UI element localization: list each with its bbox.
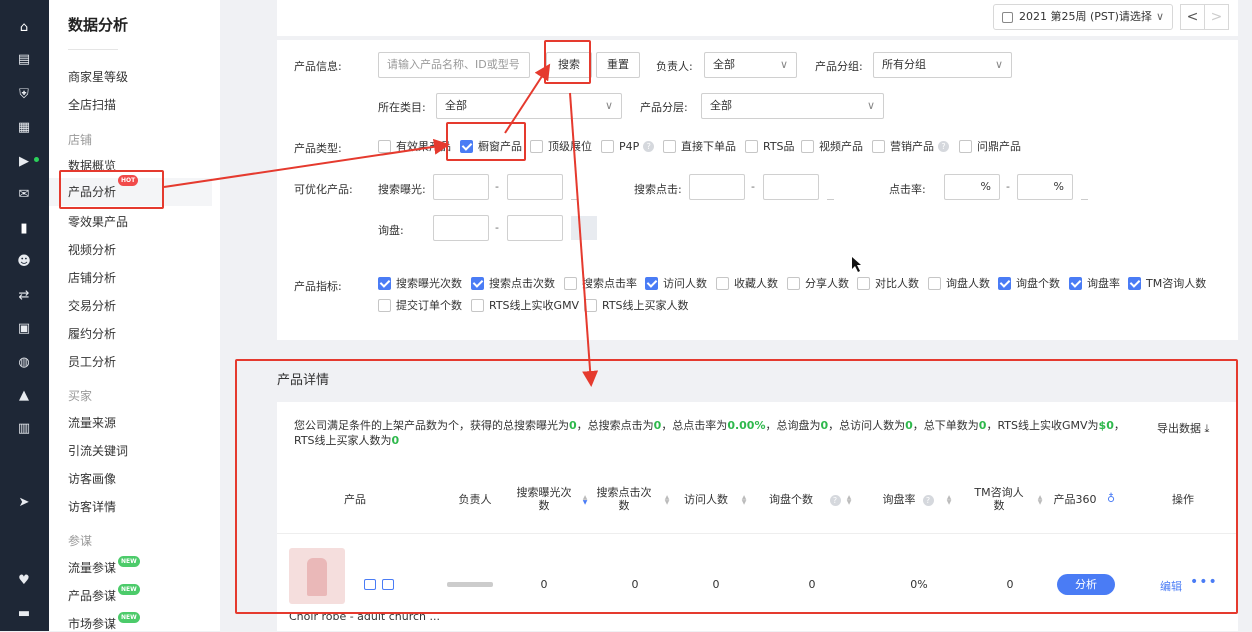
arrow-sidebar-to-showcase <box>163 138 450 188</box>
arrow-showcase-to-search <box>504 63 551 134</box>
arrow-search-to-details <box>569 92 599 387</box>
annotation-arrows <box>163 63 861 387</box>
mouse-cursor-icon <box>852 257 861 272</box>
